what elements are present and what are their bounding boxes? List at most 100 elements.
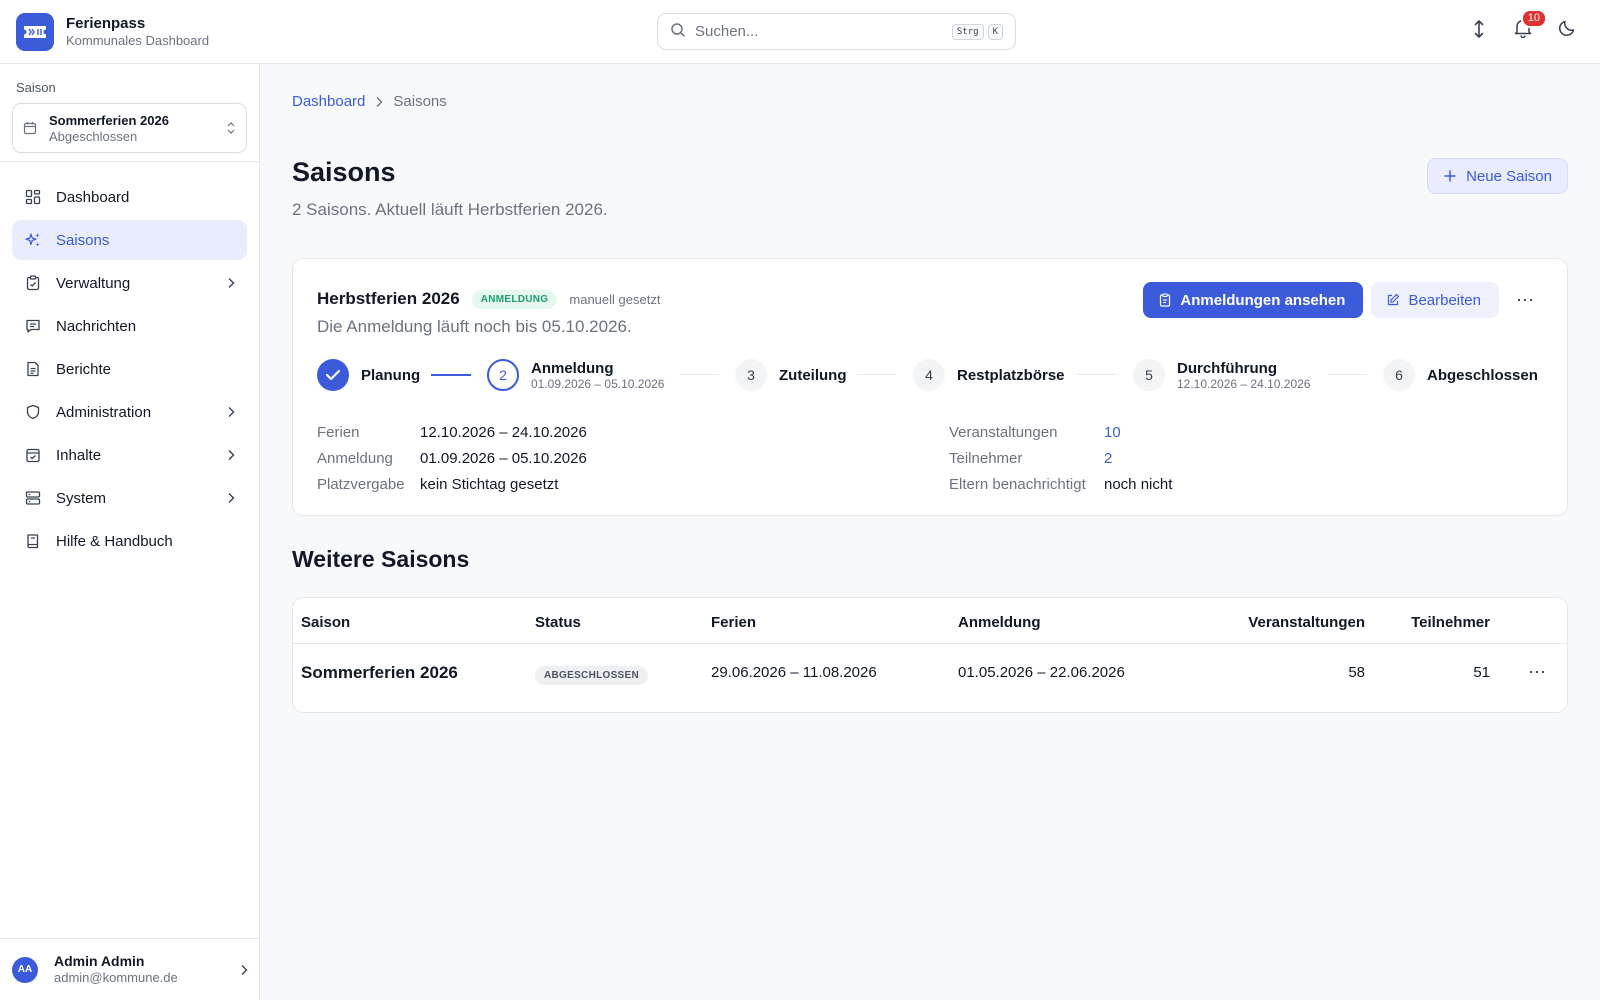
page-title: Saisons xyxy=(292,157,396,187)
check-icon xyxy=(317,359,349,391)
column-header-ferien[interactable]: Ferien xyxy=(711,614,756,631)
sidebar-item-berichte[interactable]: Berichte xyxy=(12,349,247,389)
dashboard-icon xyxy=(24,188,42,206)
step-number: 3 xyxy=(735,359,767,391)
search-input[interactable] xyxy=(695,23,948,40)
table-divider xyxy=(293,643,1567,644)
breadcrumb-dashboard-link[interactable]: Dashboard xyxy=(292,93,365,110)
status-badge: ABGESCHLOSSEN xyxy=(535,666,649,685)
user-name: Admin Admin xyxy=(54,953,145,969)
search-icon xyxy=(670,22,686,41)
status-note: manuell gesetzt xyxy=(569,291,661,307)
sort-arrows-icon[interactable] xyxy=(1468,18,1490,40)
step-planung: Planung xyxy=(317,359,420,391)
sidebar-nav: Dashboard Saisons Verwaltung Nachrichten xyxy=(12,177,247,564)
moon-icon xyxy=(1558,19,1576,40)
sidebar-item-label: Administration xyxy=(56,403,152,421)
detail-key: Ferien xyxy=(317,423,360,441)
detail-key: Platzvergabe xyxy=(317,475,405,493)
column-header-status[interactable]: Status xyxy=(535,614,581,631)
sidebar-item-dashboard[interactable]: Dashboard xyxy=(12,177,247,217)
detail-key: Anmeldung xyxy=(317,449,393,467)
cell-veranstaltungen: 58 xyxy=(1348,664,1365,681)
search-box[interactable]: Strg K xyxy=(657,13,1016,50)
notification-button[interactable]: 10 xyxy=(1512,9,1547,40)
book-icon xyxy=(24,532,42,550)
column-header-anmeldung[interactable]: Anmeldung xyxy=(958,614,1041,631)
page-subtitle: 2 Saisons. Aktuell läuft Herbstferien 20… xyxy=(292,200,608,219)
message-icon xyxy=(24,317,42,335)
row-more-options-icon[interactable]: ⋯ xyxy=(1523,658,1551,686)
notification-count-badge: 10 xyxy=(1520,9,1547,28)
more-options-icon[interactable]: ⋯ xyxy=(1507,282,1543,318)
cell-ferien: 29.06.2026 – 11.08.2026 xyxy=(711,664,877,681)
detail-key: Veranstaltungen xyxy=(949,423,1058,441)
cell-teilnehmer: 51 xyxy=(1473,664,1490,681)
user-email: admin@kommune.de xyxy=(54,970,178,985)
step-label: Anmeldung xyxy=(531,359,614,377)
current-season-title: Herbstferien 2026 xyxy=(317,289,460,308)
clipboard-icon xyxy=(1158,293,1172,307)
sidebar-item-saisons[interactable]: Saisons xyxy=(12,220,247,260)
detail-key: Teilnehmer xyxy=(949,449,1023,467)
shortcut-key-strg: Strg xyxy=(951,23,984,40)
chevron-right-icon xyxy=(375,96,383,108)
sidebar-item-label: System xyxy=(56,489,107,507)
user-menu[interactable]: AA Admin Admin admin@kommune.de xyxy=(0,938,260,1000)
breadcrumb-current: Saisons xyxy=(393,93,447,110)
chevron-up-down-icon xyxy=(226,121,236,135)
chevron-right-icon xyxy=(240,964,248,976)
brand[interactable]: Ferienpass Kommunales Dashboard xyxy=(16,13,209,51)
detail-value: noch nicht xyxy=(1104,475,1173,493)
chevron-right-icon xyxy=(227,449,235,461)
detail-value: 12.10.2026 – 24.10.2026 xyxy=(420,423,587,441)
step-label: Restplatzbörse xyxy=(957,366,1065,384)
sidebar-item-label: Verwaltung xyxy=(56,274,131,292)
avatar: AA xyxy=(12,956,38,983)
column-header-veranstaltungen[interactable]: Veranstaltungen xyxy=(1248,614,1365,631)
events-count-link[interactable]: 10 xyxy=(1104,424,1121,441)
clipboard-icon xyxy=(24,274,42,292)
plus-icon xyxy=(1443,169,1457,183)
season-select-name: Sommerferien 2026 xyxy=(49,112,169,128)
step-number: 5 xyxy=(1133,359,1165,391)
sidebar-item-label: Hilfe & Handbuch xyxy=(56,532,173,550)
cell-saison[interactable]: Sommerferien 2026 xyxy=(301,663,458,683)
cell-anmeldung: 01.05.2026 – 22.06.2026 xyxy=(958,664,1125,681)
top-bar: Ferienpass Kommunales Dashboard Strg K 1… xyxy=(0,0,1600,64)
sidebar-item-inhalte[interactable]: Inhalte xyxy=(12,435,247,475)
step-label: Zuteilung xyxy=(779,366,847,384)
season-select[interactable]: Sommerferien 2026 Abgeschlossen xyxy=(12,103,247,153)
sidebar-item-system[interactable]: System xyxy=(12,478,247,518)
sidebar-item-verwaltung[interactable]: Verwaltung xyxy=(12,263,247,303)
sidebar-item-label: Saisons xyxy=(56,231,110,249)
sidebar-item-hilfe[interactable]: Hilfe & Handbuch xyxy=(12,521,247,561)
step-anmeldung: 2 Anmeldung 01.09.2026 – 05.10.2026 xyxy=(487,359,664,391)
step-number: 6 xyxy=(1383,359,1415,391)
step-label: Abgeschlossen xyxy=(1427,366,1538,384)
stepper-connector xyxy=(857,374,897,375)
shield-icon xyxy=(24,403,42,421)
step-abgeschlossen: 6 Abgeschlossen xyxy=(1383,359,1538,391)
edit-button[interactable]: Bearbeiten xyxy=(1371,282,1499,318)
step-dates: 01.09.2026 – 05.10.2026 xyxy=(531,376,665,391)
column-header-saison[interactable]: Saison xyxy=(301,614,350,631)
app-subtitle: Kommunales Dashboard xyxy=(66,33,210,48)
new-season-button[interactable]: Neue Saison xyxy=(1427,158,1568,194)
status-badge: ANMELDUNG xyxy=(471,289,558,309)
ticket-logo-icon xyxy=(16,13,54,51)
sidebar-divider xyxy=(0,161,260,162)
view-registrations-button[interactable]: Anmeldungen ansehen xyxy=(1143,282,1364,318)
calendar-check-icon xyxy=(24,446,42,464)
sidebar-item-nachrichten[interactable]: Nachrichten xyxy=(12,306,247,346)
season-stepper: Planung 2 Anmeldung 01.09.2026 – 05.10.2… xyxy=(317,359,1543,391)
shortcut-key-k: K xyxy=(987,23,1003,40)
step-dates: 12.10.2026 – 24.10.2026 xyxy=(1177,376,1311,391)
current-season-description: Die Anmeldung läuft noch bis 05.10.2026. xyxy=(317,317,632,336)
edit-label: Bearbeiten xyxy=(1408,291,1481,309)
section-title: Weitere Saisons xyxy=(292,546,470,572)
dark-mode-toggle[interactable] xyxy=(1556,18,1578,40)
sidebar-item-administration[interactable]: Administration xyxy=(12,392,247,432)
column-header-teilnehmer[interactable]: Teilnehmer xyxy=(1411,614,1490,631)
participants-count-link[interactable]: 2 xyxy=(1104,450,1112,467)
